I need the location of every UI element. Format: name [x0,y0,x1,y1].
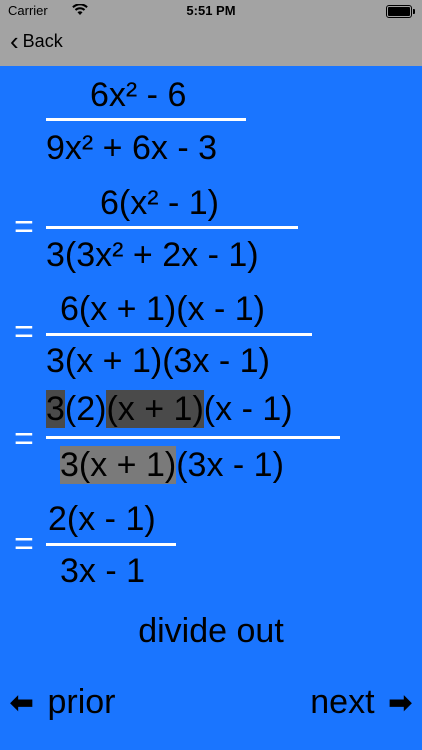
battery-icon [386,5,415,18]
step-caption: divide out [138,612,284,650]
fraction-bar [46,118,246,121]
fraction-bar [46,543,176,546]
factor: (2) [64,390,107,428]
arrow-left-icon: ⬅ [10,687,34,718]
denominator: 3x - 1 [60,552,146,590]
arrow-right-icon: ➡ [388,687,412,718]
prior-label: prior [47,683,116,721]
numerator: 2(x - 1) [48,500,156,538]
denominator: 3(x + 1)(3x - 1) [60,446,284,485]
numerator: 6(x + 1)(x - 1) [60,290,265,328]
chevron-left-icon: ‹ [10,25,19,56]
denominator: 3(3x² + 2x - 1) [46,236,259,274]
equals-sign: = [14,313,34,351]
next-button[interactable]: next ➡ [310,683,412,722]
highlight-factor: 3 [46,390,65,428]
equals-sign: = [14,208,34,246]
prior-button[interactable]: ⬅ prior [10,683,116,722]
fraction-bar [46,333,312,336]
highlight-factor: 3(x + 1) [60,446,177,484]
factor: (3x - 1) [176,446,284,484]
numerator: 6x² - 6 [90,76,187,114]
back-label: Back [22,31,63,51]
denominator: 9x² + 6x - 3 [46,129,218,167]
factor: (x - 1) [203,390,293,428]
fraction-bar [46,226,298,229]
denominator: 3(x + 1)(3x - 1) [46,342,270,380]
numerator: 6(x² - 1) [100,184,219,222]
clock: 5:51 PM [186,3,236,18]
status-bar: Carrier 5:51 PM [0,0,422,22]
equals-sign: = [14,420,34,458]
equals-sign: = [14,525,34,563]
back-button[interactable]: ‹ Back [10,25,63,56]
highlight-factor: (x + 1) [106,390,204,428]
numerator: 3(2)(x + 1)(x - 1) [46,390,293,429]
fraction-bar [46,436,340,439]
next-label: next [310,683,375,721]
navigation-bar: ‹ Back [0,22,422,66]
